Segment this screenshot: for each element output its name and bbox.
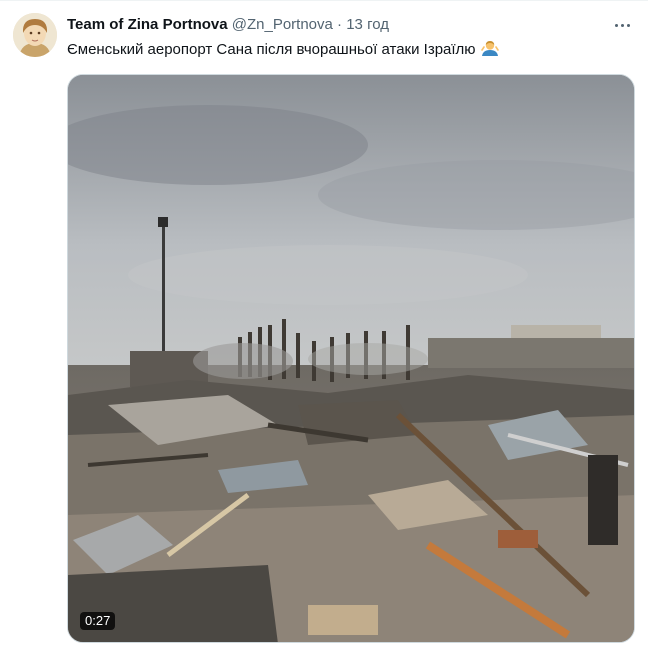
video-duration-badge: 0:27 <box>80 612 116 630</box>
separator-dot: · <box>337 16 343 33</box>
avatar-image <box>13 13 57 57</box>
tweet-card[interactable]: Team of Zina Portnova @Zn_Portnova · 13 … <box>0 0 648 653</box>
author-handle[interactable]: @Zn_Portnova <box>232 16 333 33</box>
author-name[interactable]: Team of Zina Portnova <box>67 16 228 33</box>
tweet-text-content: Єменський аеропорт Сана після вчорашньої… <box>67 41 476 58</box>
more-options-icon[interactable] <box>610 15 634 35</box>
tweet-header: Team of Zina Portnova @Zn_Portnova · 13 … <box>67 15 389 35</box>
video-thumbnail <box>68 75 634 642</box>
man-shrugging-emoji-icon <box>480 41 499 56</box>
tweet-text: Єменський аеропорт Сана після вчорашньої… <box>67 39 499 60</box>
timestamp[interactable]: 13 год <box>346 16 389 33</box>
video-player[interactable]: 0:27 <box>67 74 635 643</box>
avatar[interactable] <box>13 13 57 57</box>
